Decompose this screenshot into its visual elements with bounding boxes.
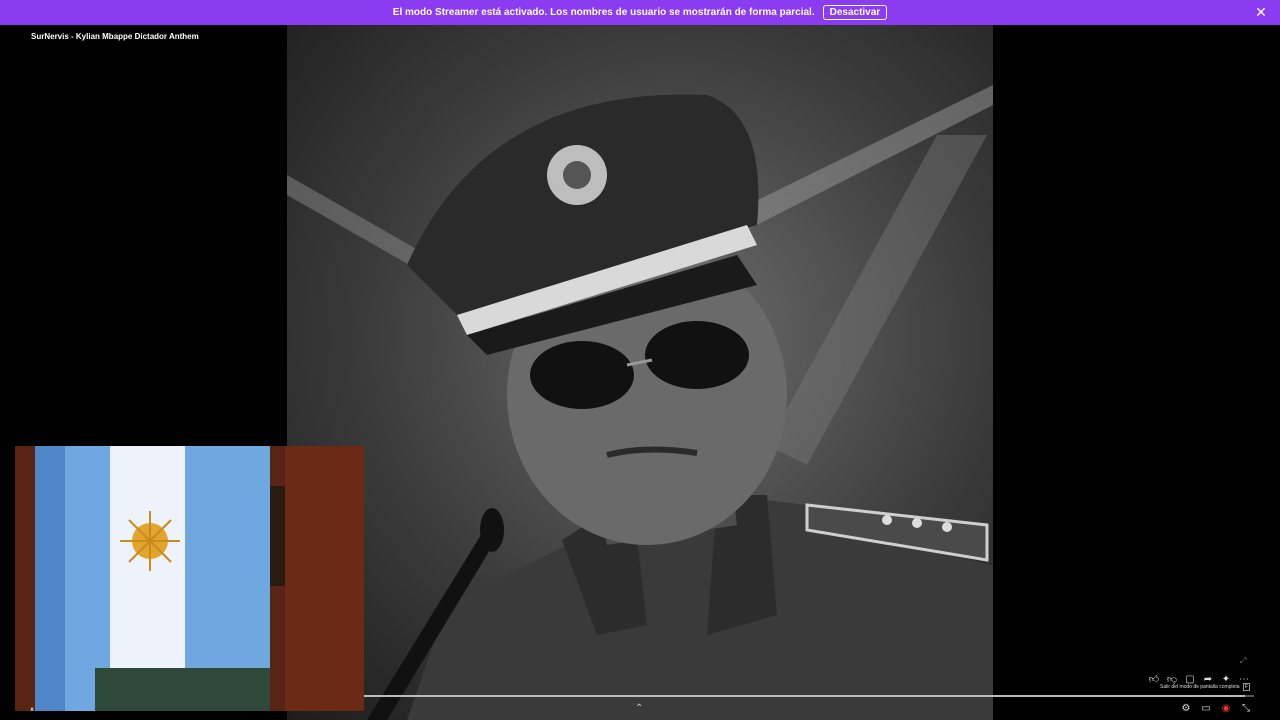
play-pause-icon[interactable]: ⏸: [30, 705, 34, 715]
like-icon[interactable]: 👍︎: [1148, 674, 1160, 686]
video-image: [287, 85, 993, 720]
close-icon[interactable]: ✕: [1254, 5, 1268, 19]
webcam-image: [15, 446, 364, 711]
webcam-overlay: [15, 446, 364, 711]
tooltip-text: Salir del modo de pantalla completa: [1160, 684, 1240, 690]
streamer-mode-message: El modo Streamer está activado. Los nomb…: [392, 7, 815, 18]
chevron-up-icon[interactable]: ⌃: [635, 703, 643, 714]
tooltip: Salir del modo de pantalla completa F: [1160, 683, 1250, 691]
settings-icon[interactable]: ⚙: [1180, 703, 1192, 715]
progress-fill: [364, 695, 1246, 697]
tooltip-key: F: [1242, 683, 1250, 691]
progress-bar[interactable]: [364, 695, 1254, 697]
player-controls: ⚙ ▭ ◉ ⤡: [1180, 703, 1252, 715]
miniplayer-icon[interactable]: ▭: [1200, 703, 1212, 715]
deactivate-button[interactable]: Desactivar: [822, 5, 888, 20]
streamer-mode-banner: El modo Streamer está activado. Los nomb…: [0, 0, 1280, 25]
video-title: SurNervis - Kylian Mbappe Dictador Anthe…: [31, 32, 199, 41]
expand-icon[interactable]: ⤢: [1240, 656, 1246, 666]
exit-fullscreen-icon[interactable]: ⤡: [1240, 703, 1252, 715]
video-frame[interactable]: [287, 25, 993, 720]
cast-icon[interactable]: ◉: [1220, 703, 1232, 715]
